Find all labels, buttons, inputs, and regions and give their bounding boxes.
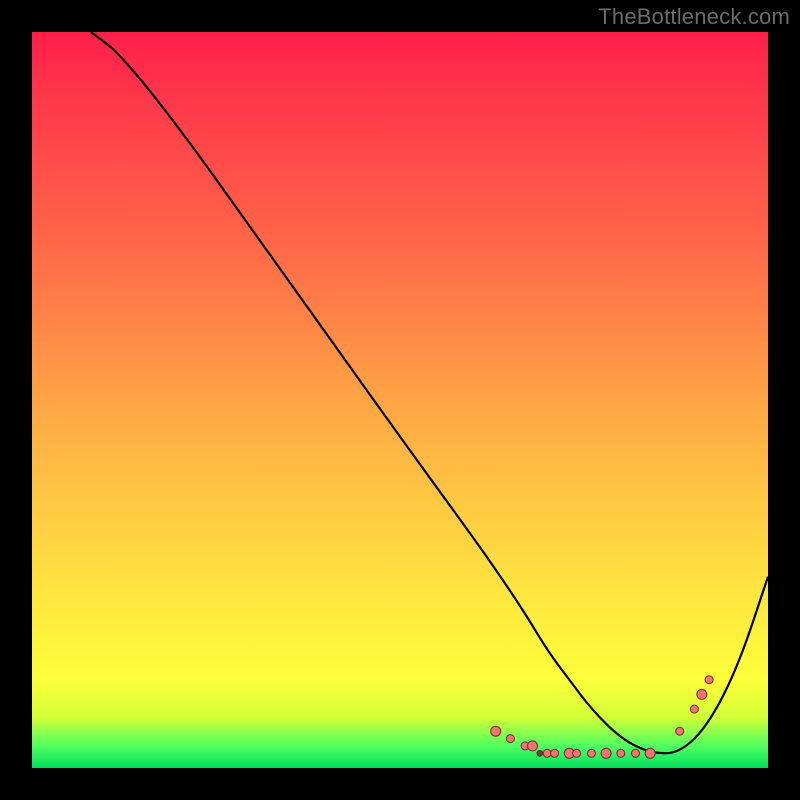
pink-dot <box>676 727 684 735</box>
pink-dot <box>543 749 551 757</box>
pink-dot <box>617 749 625 757</box>
pink-dot <box>587 749 595 757</box>
pink-dot <box>645 748 655 758</box>
pink-dot <box>573 749 581 757</box>
chart-frame: TheBottleneck.com <box>0 0 800 800</box>
watermark-text: TheBottleneck.com <box>598 4 790 30</box>
pink-dot <box>528 741 538 751</box>
pink-dot <box>506 735 514 743</box>
pink-dot <box>551 749 559 757</box>
pink-dots-group <box>491 676 713 759</box>
pink-dot <box>705 676 713 684</box>
curve-svg <box>32 32 768 768</box>
bottleneck-curve <box>91 32 768 753</box>
pink-dot <box>632 749 640 757</box>
plot-area <box>32 32 768 768</box>
pink-dot <box>601 748 611 758</box>
black-dot <box>537 750 543 756</box>
pink-dot <box>697 689 707 699</box>
pink-dot <box>690 705 698 713</box>
pink-dot <box>491 726 501 736</box>
